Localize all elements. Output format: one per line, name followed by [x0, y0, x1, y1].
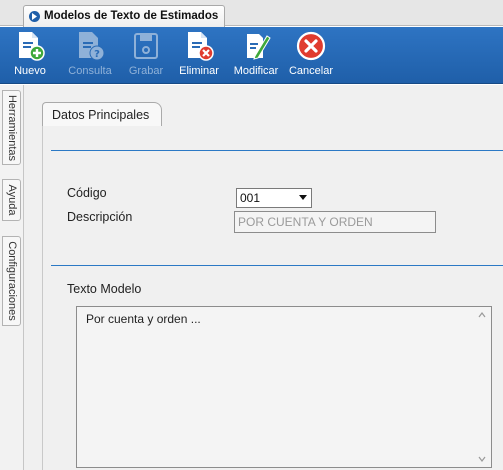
codigo-label: Código [67, 186, 107, 200]
document-query-icon: ? [79, 32, 105, 61]
texto-modelo-label: Texto Modelo [67, 282, 142, 296]
svg-text:?: ? [94, 49, 100, 60]
document-tab-strip: Modelos de Texto de Estimados [0, 0, 503, 27]
toolbar: Nuevo ? Consulta Grabar Eliminar Modific… [0, 27, 503, 84]
section-divider [51, 265, 503, 266]
sidetab-herramientas[interactable]: Herramientas [2, 90, 21, 165]
texto-modelo-value: Por cuenta y orden ... [86, 312, 201, 326]
tab-label: Datos Principales [52, 108, 150, 122]
sidetab-configuraciones[interactable]: Configuraciones [2, 236, 21, 326]
descripcion-field[interactable]: POR CUENTA Y ORDEN [234, 211, 436, 233]
save-disk-icon [134, 33, 158, 59]
descripcion-label: Descripción [67, 210, 133, 224]
codigo-select[interactable]: 001 [236, 188, 312, 208]
texto-modelo-textarea[interactable]: Por cuenta y orden ... [76, 306, 492, 468]
eliminar-button[interactable]: Eliminar [176, 30, 222, 82]
scroll-up-icon[interactable] [478, 311, 486, 319]
grabar-button[interactable]: Grabar [124, 30, 168, 82]
document-edit-icon [247, 34, 271, 60]
codigo-value: 001 [240, 191, 261, 205]
tab-datos-principales[interactable]: Datos Principales [42, 102, 163, 127]
module-icon [29, 11, 40, 22]
nuevo-button[interactable]: Nuevo [8, 30, 52, 82]
consulta-button[interactable]: ? Consulta [64, 30, 116, 82]
modificar-button[interactable]: Modificar [230, 30, 282, 82]
scroll-down-icon[interactable] [478, 455, 486, 463]
main-content: Datos Principales Código 001 Descripción… [24, 85, 503, 470]
sidetab-label: Ayuda [5, 184, 18, 216]
sidetab-label: Herramientas [5, 94, 18, 161]
sidetab-label: Configuraciones [5, 241, 18, 321]
tab-modelos-texto-estimados[interactable]: Modelos de Texto de Estimados [23, 5, 226, 27]
descripcion-value: POR CUENTA Y ORDEN [238, 215, 373, 229]
cancelar-button[interactable]: Cancelar [287, 30, 335, 82]
section-divider [51, 150, 503, 151]
document-add-icon [19, 32, 45, 61]
tab-title: Modelos de Texto de Estimados [44, 10, 219, 22]
sidetab-ayuda[interactable]: Ayuda [2, 179, 21, 221]
chevron-down-icon[interactable] [299, 195, 307, 200]
cancel-circle-icon [296, 31, 326, 61]
side-tab-bar: Herramientas Ayuda Configuraciones [0, 85, 24, 470]
document-delete-icon [188, 32, 214, 61]
